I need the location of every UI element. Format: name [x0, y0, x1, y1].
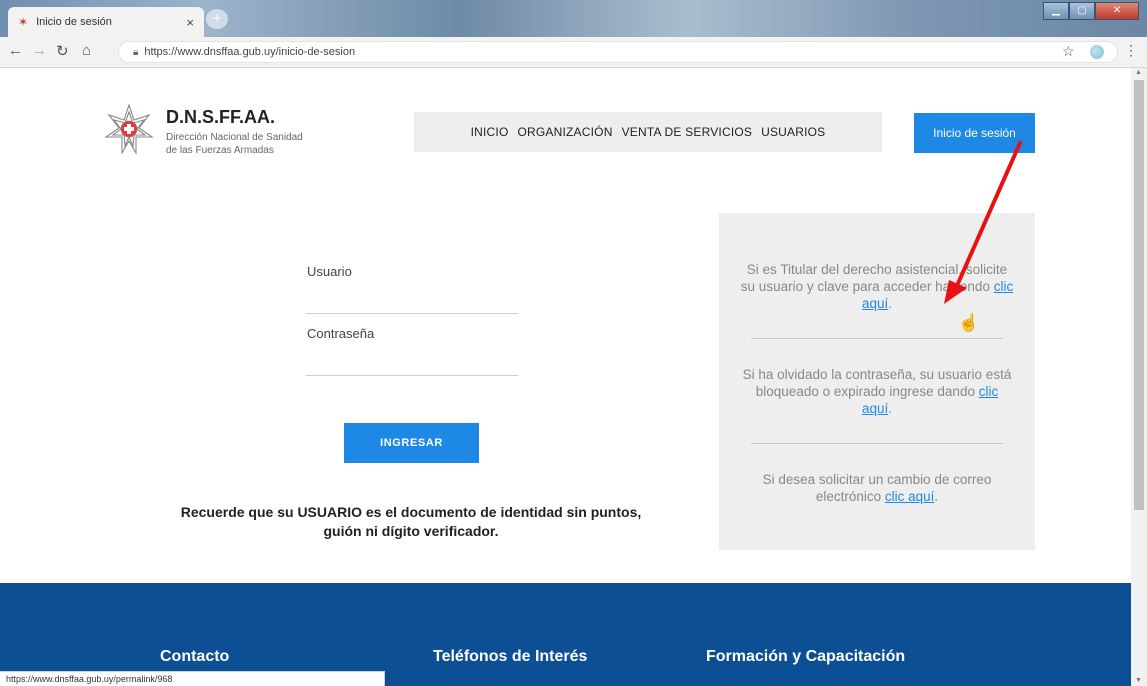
- password-underline: [306, 375, 518, 376]
- correo-clic-aqui-link[interactable]: clic aquí: [885, 489, 935, 504]
- address-bar[interactable]: 🔒︎ https://www.dnsffaa.gub.uy/inicio-de-s…: [118, 41, 1118, 63]
- brand-subtitle: Dirección Nacional de Sanidad de las Fue…: [166, 132, 303, 156]
- dnsffaa-logo-icon: [104, 104, 154, 154]
- forward-icon[interactable]: →: [32, 42, 47, 59]
- info-titular: Si es Titular del derecho asistencial, s…: [740, 262, 1014, 311]
- scroll-down-icon[interactable]: ▼: [1135, 677, 1142, 684]
- usuario-reminder: Recuerde que su USUARIO es el documento …: [180, 504, 642, 539]
- hand-cursor-icon: ☝: [958, 313, 980, 332]
- info-panel: Si es Titular del derecho asistencial, s…: [719, 213, 1035, 550]
- lock-icon: 🔒︎: [133, 47, 139, 58]
- usuario-input[interactable]: [306, 292, 518, 310]
- page-content: D.N.S.FF.AA. Dirección Nacional de Sanid…: [0, 68, 1131, 686]
- info-divider: [751, 338, 1003, 339]
- ingresar-button[interactable]: INGRESAR: [344, 423, 479, 463]
- window-titlebar: ✶ Inicio de sesión × + ▁ ▢ ✕: [0, 0, 1147, 37]
- browser-tab[interactable]: ✶ Inicio de sesión ×: [8, 7, 204, 37]
- password-label: Contraseña: [307, 326, 375, 341]
- footer-formacion: Formación y Capacitación: [706, 648, 906, 665]
- info-correo: Si desea solicitar un cambio de correo e…: [762, 472, 992, 504]
- new-tab-button[interactable]: +: [206, 9, 228, 29]
- minimize-icon[interactable]: ▁: [1043, 2, 1069, 20]
- usuario-underline: [306, 313, 518, 314]
- reload-icon[interactable]: ↻: [56, 42, 69, 60]
- brand-name[interactable]: D.N.S.FF.AA.: [166, 107, 275, 128]
- info-olvido: Si ha olvidado la contraseña, su usuario…: [742, 367, 1012, 416]
- bookmark-star-icon[interactable]: ☆: [1062, 43, 1075, 60]
- extension-icon[interactable]: [1090, 45, 1104, 59]
- tab-title: Inicio de sesión: [36, 16, 112, 28]
- home-icon[interactable]: ⌂: [82, 42, 91, 59]
- window-controls: ▁ ▢ ✕: [1043, 2, 1139, 20]
- scrollbar-thumb[interactable]: [1134, 80, 1144, 510]
- nav-venta-de-servicios[interactable]: VENTA DE SERVICIOS: [622, 125, 753, 139]
- usuario-label: Usuario: [307, 264, 352, 279]
- status-bar-url: https://www.dnsffaa.gub.uy/permalink/968: [0, 671, 385, 686]
- maximize-icon[interactable]: ▢: [1069, 2, 1095, 20]
- password-input[interactable]: [306, 354, 518, 372]
- scroll-up-icon[interactable]: ▲: [1135, 69, 1142, 76]
- info-divider: [751, 443, 1003, 444]
- close-window-icon[interactable]: ✕: [1095, 2, 1139, 20]
- url-text: https://www.dnsffaa.gub.uy/inicio-de-ses…: [144, 46, 356, 58]
- vertical-scrollbar[interactable]: ▲ ▼: [1131, 68, 1147, 686]
- footer-contacto: Contacto: [160, 648, 230, 665]
- back-icon[interactable]: ←: [8, 42, 23, 59]
- tab-close-icon[interactable]: ×: [186, 15, 194, 30]
- browser-menu-icon[interactable]: ⋮: [1124, 42, 1138, 59]
- footer-telefonos: Teléfonos de Interés: [433, 648, 588, 665]
- nav-organizacion[interactable]: ORGANIZACIÓN: [517, 125, 612, 139]
- favicon-icon: ✶: [18, 15, 29, 29]
- nav-usuarios[interactable]: USUARIOS: [761, 125, 825, 139]
- main-nav: INICIO ORGANIZACIÓN VENTA DE SERVICIOS U…: [414, 112, 882, 152]
- nav-inicio[interactable]: INICIO: [471, 125, 509, 139]
- browser-toolbar: ← → ↻ ⌂ 🔒︎ https://www.dnsffaa.gub.uy/ini…: [0, 37, 1147, 68]
- login-nav-button[interactable]: Inicio de sesión: [914, 113, 1035, 153]
